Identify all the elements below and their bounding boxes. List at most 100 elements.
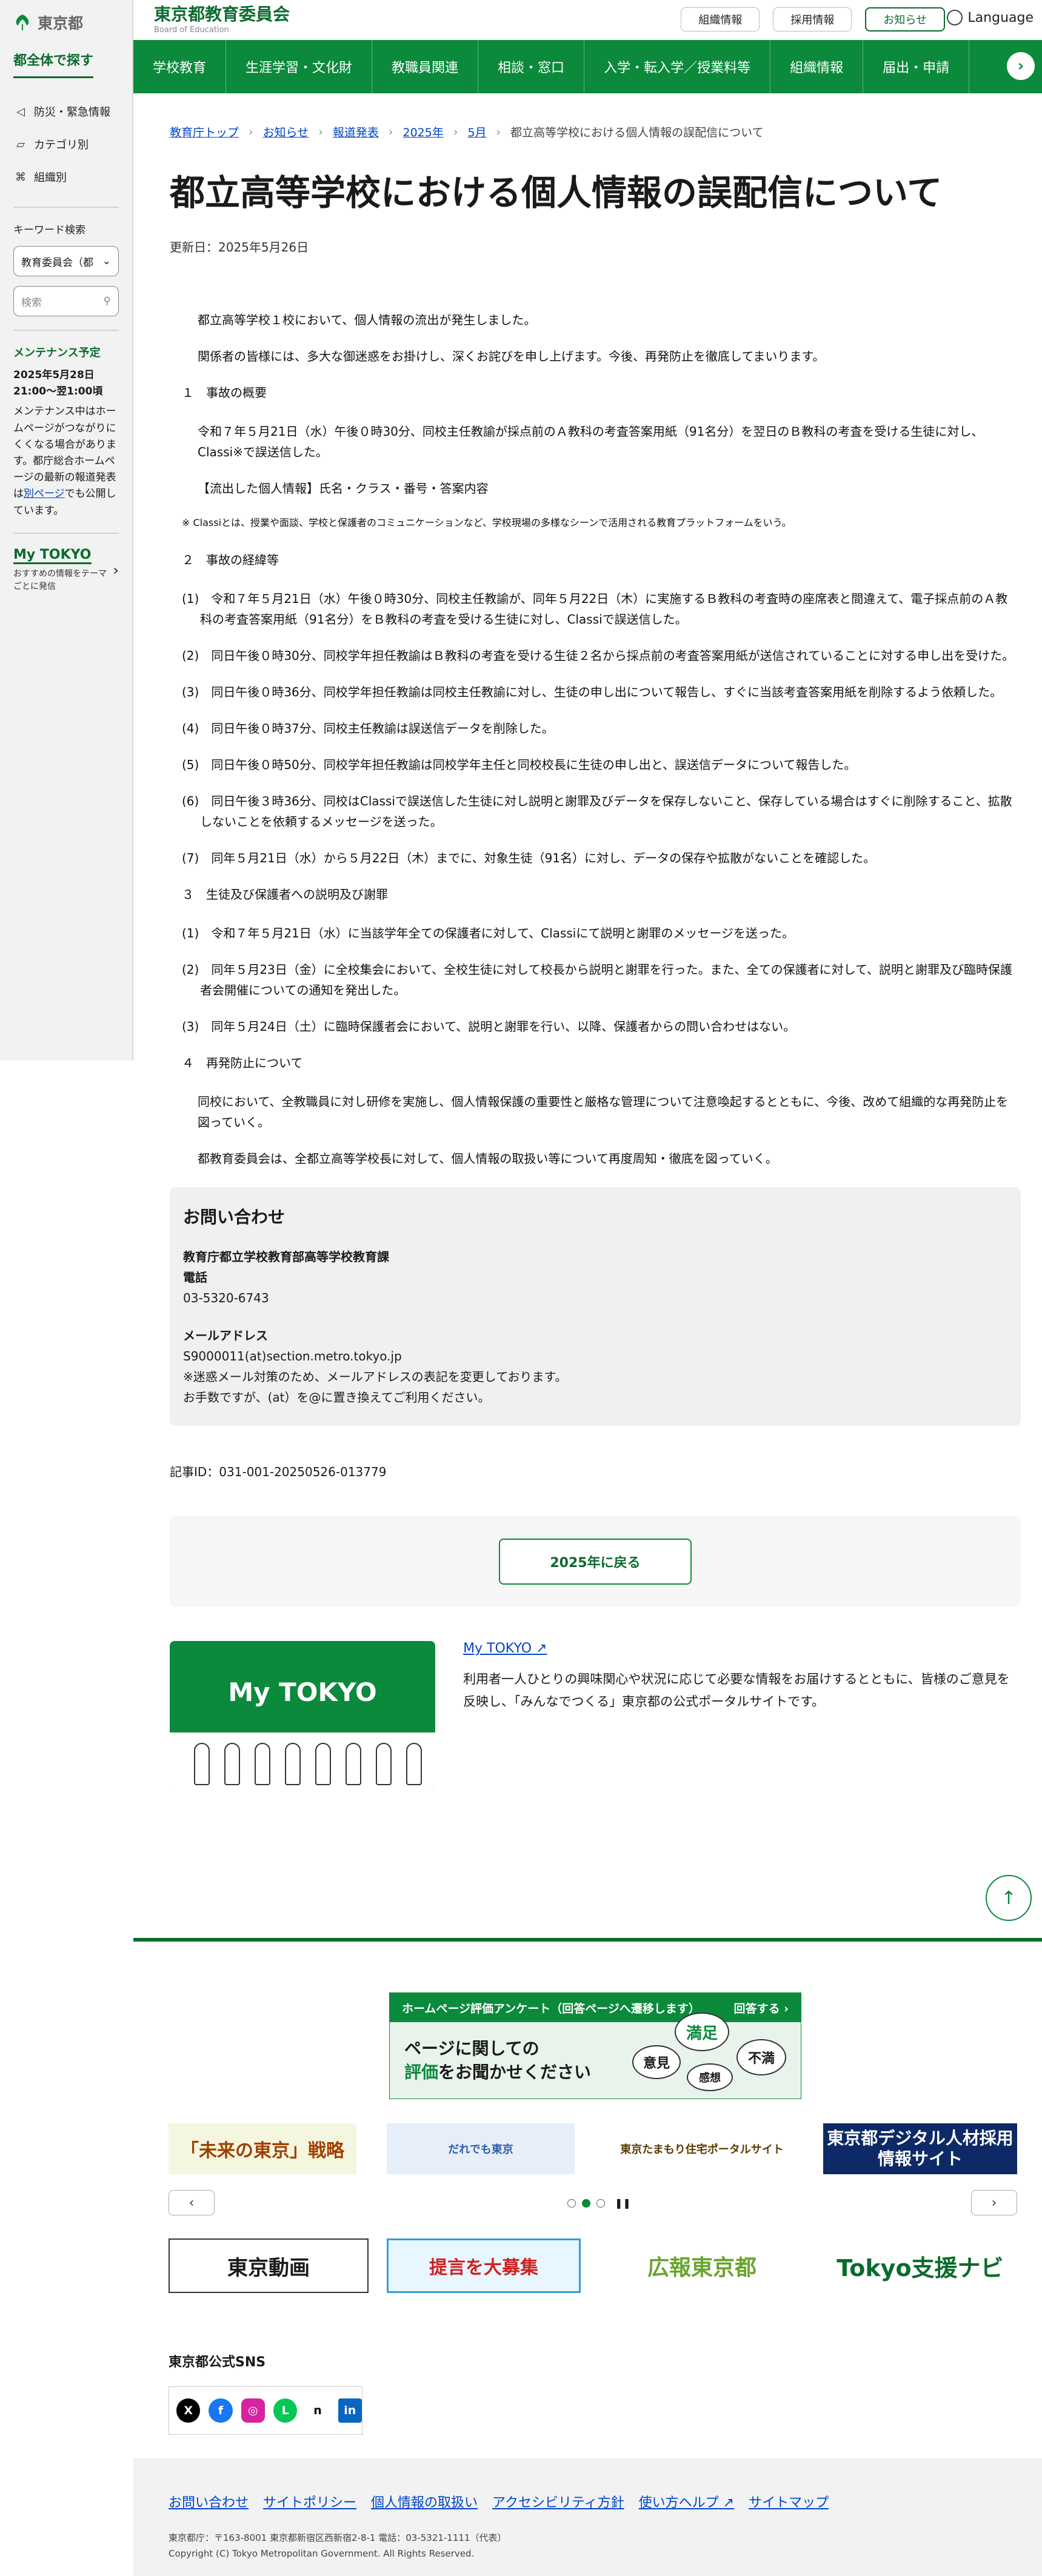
phone-label: 電話 xyxy=(183,1270,207,1285)
pause-icon[interactable]: ❚❚ xyxy=(615,2197,631,2209)
nav-item-school[interactable]: 学校教育 xyxy=(133,40,227,93)
nav-next-button[interactable]: › xyxy=(1007,52,1035,80)
email-address: S9000011(at)section.metro.tokyo.jp xyxy=(183,1348,402,1363)
banner-tokyo-douga[interactable]: 東京動画 xyxy=(169,2238,369,2293)
link-banners: 東京動画 提言を大募集 広報東京都 Tokyo支援ナビ xyxy=(169,2238,1017,2299)
sidebar-divider xyxy=(13,532,119,534)
banner-teigen[interactable]: 提言を大募集 xyxy=(387,2238,581,2293)
update-date: 更新日：2025年5月26日 xyxy=(170,240,309,255)
footer-link-policy[interactable]: サイトポリシー xyxy=(263,2492,356,2511)
chevron-down-icon: ⌄ xyxy=(102,255,111,267)
sidebar-divider xyxy=(13,330,119,331)
header-title-block[interactable]: 東京都教育委員会 Board of Education xyxy=(154,4,290,35)
chevron-right-icon: › xyxy=(388,125,393,139)
footer-link-privacy[interactable]: 個人情報の取扱い xyxy=(371,2492,478,2511)
footer-link-help[interactable]: 使い方ヘルプ ↗ xyxy=(639,2492,734,2511)
survey-answer-link: 回答する › xyxy=(733,2002,789,2015)
megaphone-icon: ◁ xyxy=(16,105,25,118)
org-chart-icon: ⌘ xyxy=(15,170,26,184)
banner-digital-recruit[interactable]: 東京都デジタル人材採用情報サイト xyxy=(823,2123,1017,2174)
contact-dept: 教育庁都立学校教育部高等学校教育課 xyxy=(183,1249,389,1264)
mytokyo-description: 利用者一人ひとりの興味関心や状況に応じて必要な情報をお届けするとともに、皆様のご… xyxy=(463,1671,1010,1709)
article-body: 都立高等学校１校において、個人情報の流出が発生しました。 関係者の皆様には、多大… xyxy=(170,310,1018,1168)
nav-item-organization[interactable]: 組織情報 xyxy=(770,40,864,93)
search-icon[interactable]: ⚲ xyxy=(104,295,111,307)
banner-housing-portal[interactable]: 東京たまもり住宅ポータルサイト xyxy=(605,2123,799,2174)
mytokyo-brand: My TOKYO xyxy=(228,1677,377,1707)
article-paragraph: 【流出した個人情報】氏名・クラス・番号・答案内容 xyxy=(198,481,489,496)
email-label: メールアドレス xyxy=(183,1328,268,1343)
mytokyo-desc: おすすめの情報をテーマごとに発信 xyxy=(13,568,107,591)
email-note: お手数ですが、(at）を@に置き換えてご利用ください。 xyxy=(183,1390,490,1405)
scope-select[interactable]: 教育委員会（都 ⌄ xyxy=(13,246,119,276)
nav-item-consult[interactable]: 相談・窓口 xyxy=(478,40,585,93)
x-icon[interactable]: X xyxy=(176,2398,201,2423)
banner-koho-tokyo[interactable]: 広報東京都 xyxy=(605,2238,799,2293)
carousel-dot[interactable] xyxy=(582,2198,590,2208)
bubble-opinion: 意見 xyxy=(632,2045,681,2079)
external-link-icon: ↗ xyxy=(536,1640,547,1656)
facebook-icon[interactable]: f xyxy=(209,2398,233,2423)
breadcrumb-link[interactable]: 教育庁トップ xyxy=(170,124,239,140)
line-icon[interactable]: L xyxy=(273,2398,298,2423)
sidebar: 東京都 都全体で探す ◁ 防災・緊急情報 ▱ カテゴリ別 ⌘ 組織別 キーワード検索 … xyxy=(0,0,133,1060)
linkedin-icon[interactable]: in xyxy=(338,2398,362,2423)
nav-item-staff[interactable]: 教職員関連 xyxy=(372,40,479,93)
mytokyo-promo: My TOKYO My TOKYO ↗ 利用者一人ひとりの興味関心や状況に応じて… xyxy=(170,1640,1018,1790)
back-to-year-button[interactable]: 2025年に戻る xyxy=(499,1538,692,1585)
maintenance-link[interactable]: 別ページ xyxy=(24,488,65,500)
site-logo[interactable]: 東京都 xyxy=(0,0,132,45)
banner-shien-navi[interactable]: Tokyo支援ナビ xyxy=(823,2238,1017,2293)
sidebar-divider xyxy=(13,207,119,208)
list-item: (1) 令和７年５月21日（水）午後０時30分、同校主任教諭が、同年５月22日（… xyxy=(182,591,1008,627)
mytokyo-side-link[interactable]: My TOKYO おすすめの情報をテーマごとに発信 › xyxy=(13,547,119,593)
main-content: 教育庁トップ › お知らせ › 報道発表 › 2025年 › 5月 › 都立高等学校におけ… xyxy=(170,93,1021,1790)
footer-link-sitemap[interactable]: サイトマップ xyxy=(749,2492,829,2511)
global-nav: 学校教育 生涯学習・文化財 教職員関連 相談・窓口 入学・転入学／授業料等 組織… xyxy=(133,40,1042,93)
carousel-dot[interactable] xyxy=(567,2198,576,2208)
section-heading: ４ 再発防止について xyxy=(182,1055,303,1070)
carousel-dot[interactable] xyxy=(596,2198,605,2208)
breadcrumb-link[interactable]: 報道発表 xyxy=(333,124,379,140)
nav-item-admission[interactable]: 入学・転入学／授業料等 xyxy=(584,40,771,93)
banner-daredemo-tokyo[interactable]: だれでも東京 xyxy=(387,2123,575,2174)
list-item: (1) 令和７年５月21日（水）に当該学年全ての保護者に対して、Classiにて… xyxy=(182,925,794,940)
search-input[interactable]: 検索 ⚲ xyxy=(13,286,119,316)
sidebar-item-disaster[interactable]: ◁ 防災・緊急情報 xyxy=(13,95,132,128)
arrow-up-icon: ↑ xyxy=(1001,1887,1017,1909)
breadcrumb-link[interactable]: 2025年 xyxy=(402,124,443,140)
mytokyo-logo: My TOKYO xyxy=(13,547,92,564)
section-heading: １ 事故の概要 xyxy=(182,385,267,401)
footer-link-contact[interactable]: お問い合わせ xyxy=(169,2492,249,2511)
banner-future-tokyo[interactable]: 「未来の東京」戦略 xyxy=(169,2123,356,2174)
breadcrumb-link[interactable]: 5月 xyxy=(467,124,486,140)
mytokyo-banner-image[interactable]: My TOKYO xyxy=(170,1640,436,1790)
recruit-button[interactable]: 採用情報 xyxy=(773,7,852,32)
bubble-satisfied: 満足 xyxy=(675,2012,729,2051)
sidebar-item-organization[interactable]: ⌘ 組織別 xyxy=(13,161,132,193)
folder-icon: ▱ xyxy=(16,138,25,151)
email-note: ※迷惑メール対策のため、メールアドレスの表記を変更しております。 xyxy=(183,1369,567,1384)
back-to-top-button[interactable]: ↑ xyxy=(986,1875,1032,1921)
footer-bottom: お問い合わせ サイトポリシー 個人情報の取扱い アクセシビリティ方針 使い方ヘル… xyxy=(133,2458,1042,2576)
chevron-right-icon: › xyxy=(991,2195,997,2211)
nav-item-lifelong[interactable]: 生涯学習・文化財 xyxy=(226,40,373,93)
mytokyo-link[interactable]: My TOKYO ↗ xyxy=(463,1641,547,1656)
sidebar-item-category[interactable]: ▱ カテゴリ別 xyxy=(13,128,132,161)
header-title: 東京都教育委員会 xyxy=(154,4,290,24)
instagram-icon[interactable]: ◎ xyxy=(241,2398,265,2423)
footer-link-accessibility[interactable]: アクセシビリティ方針 xyxy=(492,2492,624,2511)
org-info-button[interactable]: 組織情報 xyxy=(681,7,760,32)
external-link-icon: ↗ xyxy=(723,2495,735,2511)
news-button[interactable]: お知らせ xyxy=(865,7,945,32)
contact-box: お問い合わせ 教育庁都立学校教育部高等学校教育課 電話 03-5320-6743… xyxy=(170,1186,1021,1426)
carousel-prev-button[interactable]: ‹ xyxy=(169,2190,215,2215)
language-button[interactable]: Language xyxy=(947,10,1034,25)
nav-item-applications[interactable]: 届出・申請 xyxy=(863,40,970,93)
article-note: ※ Classiとは、授業や面談、学校と保護者のコミュニケーションなど、学校現場… xyxy=(182,517,792,529)
breadcrumb-link[interactable]: お知らせ xyxy=(263,124,309,140)
carousel-next-button[interactable]: › xyxy=(971,2190,1017,2215)
note-icon[interactable]: n xyxy=(306,2398,330,2423)
survey-banner[interactable]: ホームページ評価アンケート（回答ページへ遷移します） 回答する › ページに関し… xyxy=(389,1992,801,2099)
survey-title: ホームページ評価アンケート（回答ページへ遷移します） xyxy=(402,2002,700,2015)
